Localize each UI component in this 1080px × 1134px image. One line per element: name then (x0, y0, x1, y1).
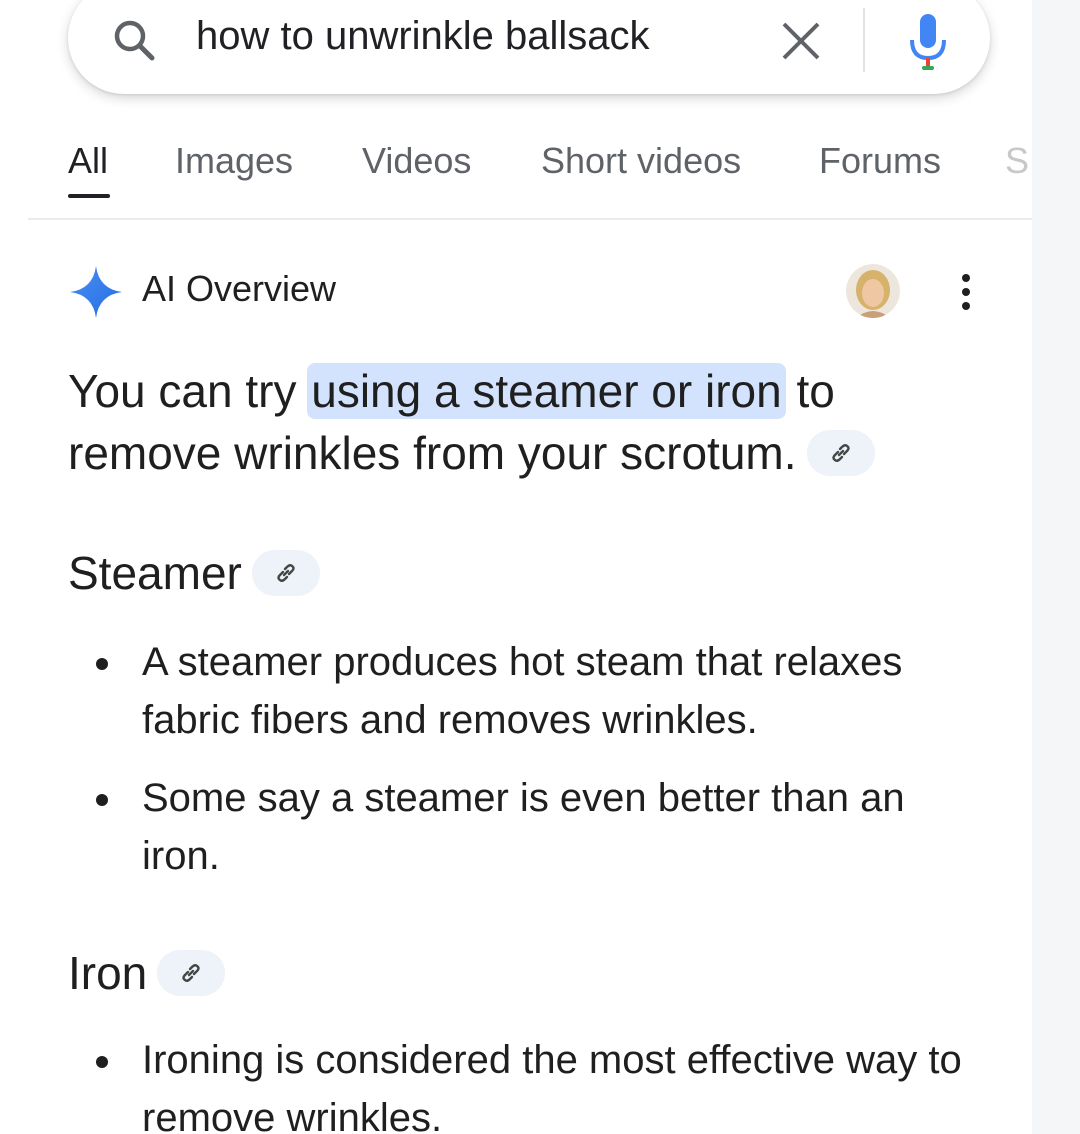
tab-forums[interactable]: Forums (819, 140, 941, 182)
link-icon (182, 963, 200, 982)
list-item: Ironing is considered the most effective… (142, 1038, 962, 1134)
bullet-dot (96, 658, 108, 670)
section-heading-text: Steamer (68, 547, 242, 599)
search-tabs: All Images Videos Short videos Forums S (0, 140, 1080, 220)
summary-highlight[interactable]: using a steamer or iron (307, 363, 786, 419)
more-vert-icon[interactable] (954, 270, 978, 314)
tab-videos[interactable]: Videos (362, 140, 471, 182)
tab-all[interactable]: All (68, 140, 108, 182)
section-heading-text: Iron (68, 947, 148, 999)
tab-overflow[interactable]: S (1005, 140, 1029, 182)
ai-overview-summary: You can try using a steamer or iron to r… (68, 360, 968, 484)
sparkle-icon (70, 266, 122, 318)
search-results-page: how to unwrinkle ballsack All Images Vid… (0, 0, 1080, 1134)
list-item: A steamer produces hot steam that relaxe… (142, 640, 903, 742)
list-item: Some say a steamer is even better than a… (142, 776, 905, 878)
avatar[interactable] (846, 264, 900, 318)
link-icon (831, 443, 850, 462)
active-tab-indicator (68, 194, 110, 198)
source-link-chip[interactable] (251, 549, 320, 596)
close-icon[interactable] (776, 16, 826, 66)
bullet-dot (96, 794, 108, 806)
tab-images[interactable]: Images (175, 140, 293, 182)
link-icon (277, 563, 295, 582)
source-link-chip[interactable] (157, 949, 226, 996)
search-bar[interactable]: how to unwrinkle ballsack (68, 0, 990, 94)
microphone-icon[interactable] (906, 10, 950, 74)
section-heading-steamer: Steamer (68, 546, 320, 600)
bullet-dot (96, 1056, 108, 1068)
source-link-chip[interactable] (806, 429, 875, 476)
search-icon[interactable] (110, 16, 160, 66)
tab-short-videos[interactable]: Short videos (541, 140, 741, 182)
search-bar-divider (863, 8, 865, 72)
search-input[interactable]: how to unwrinkle ballsack (196, 14, 650, 59)
ai-overview-title: AI Overview (142, 268, 337, 309)
summary-text-start: You can try (68, 365, 310, 417)
tabs-divider (28, 218, 1032, 220)
section-heading-iron: Iron (68, 946, 226, 1000)
